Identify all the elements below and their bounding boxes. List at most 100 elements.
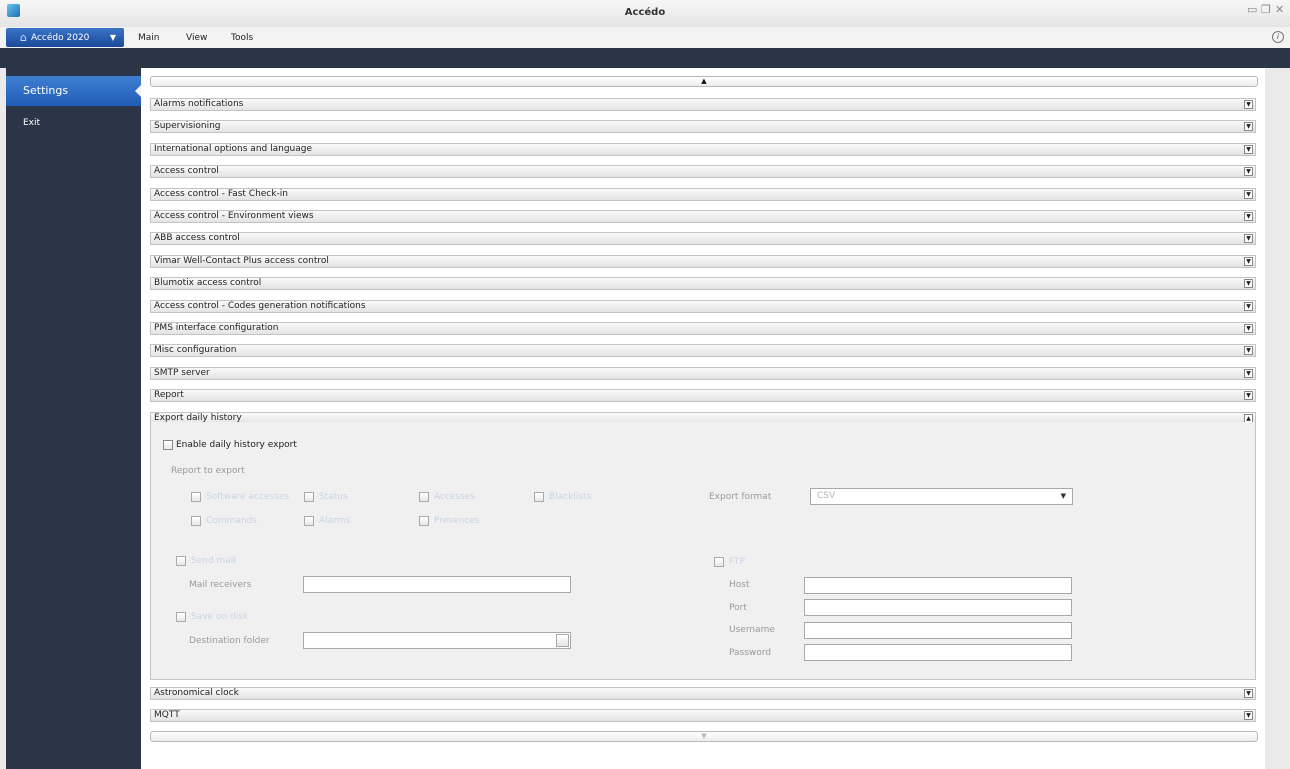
expand-icon[interactable]: ▼ — [1244, 122, 1253, 132]
ftp-checkbox[interactable] — [714, 557, 724, 567]
username-input[interactable] — [804, 622, 1072, 639]
destination-folder-label: Destination folder — [189, 636, 270, 646]
alarms-label: Alarms — [319, 516, 351, 526]
sidebar-item-exit[interactable]: Exit — [6, 118, 141, 128]
expand-icon[interactable]: ▼ — [1244, 189, 1253, 199]
export-format-label: Export format — [709, 492, 772, 502]
presences-checkbox[interactable] — [419, 516, 429, 526]
expand-icon[interactable]: ▼ — [1244, 346, 1253, 356]
minimize-icon[interactable]: ▭ — [1247, 3, 1257, 16]
accesses-label: Accesses — [434, 492, 476, 502]
expand-icon[interactable]: ▼ — [1244, 391, 1253, 401]
password-label: Password — [729, 648, 772, 658]
menu-main[interactable]: Main — [138, 33, 160, 43]
sidebar: Settings Exit — [6, 68, 141, 769]
host-label: Host — [729, 580, 750, 590]
section-title: Alarms notifications — [154, 99, 244, 109]
section-title: Astronomical clock — [154, 688, 239, 698]
section-title: ABB access control — [154, 233, 240, 244]
status-label: Status — [319, 492, 348, 502]
right-frame — [1265, 68, 1290, 769]
expand-icon[interactable]: ▼ — [1244, 100, 1253, 109]
send-mail-label: Send mail — [191, 556, 236, 566]
section-access-control-codes-generation-notifications[interactable]: Access control - Codes generation notifi… — [150, 299, 1256, 313]
save-on-disk-label: Save on disk — [191, 612, 249, 622]
expand-icon[interactable]: ▼ — [1244, 234, 1253, 244]
expand-icon[interactable]: ▼ — [1244, 212, 1253, 221]
blacklists-checkbox[interactable] — [534, 492, 544, 502]
sidebar-item-settings[interactable]: Settings — [6, 76, 141, 106]
destination-folder-field[interactable] — [304, 633, 570, 648]
section-alarms-notifications[interactable]: Alarms notifications ▼ — [150, 98, 1256, 111]
section-title: Report — [154, 390, 184, 401]
mail-receivers-field[interactable] — [304, 577, 570, 592]
expand-icon[interactable]: ▼ — [1244, 256, 1253, 266]
send-mail-checkbox[interactable] — [176, 556, 186, 566]
scroll-down-button[interactable]: ▼ — [150, 731, 1258, 742]
section-abb-access-control[interactable]: ABB access control ▼ — [150, 232, 1256, 246]
destination-folder-input[interactable] — [303, 632, 571, 649]
host-input[interactable] — [804, 577, 1072, 594]
presences-label: Presences — [434, 516, 480, 526]
info-icon[interactable]: i — [1272, 31, 1284, 43]
section-vimar-well-contact-plus-access-control[interactable]: Vimar Well-Contact Plus access control ▼ — [150, 254, 1256, 268]
mail-receivers-label: Mail receivers — [189, 580, 252, 590]
commands-checkbox[interactable] — [191, 516, 201, 526]
ribbon-band — [0, 48, 1290, 68]
alarms-checkbox[interactable] — [304, 516, 314, 526]
password-input[interactable] — [804, 644, 1072, 661]
commands-label: Commands — [206, 516, 257, 526]
accesses-checkbox[interactable] — [419, 492, 429, 502]
section-title: PMS interface configuration — [154, 323, 279, 333]
app-menu-label: Accédo 2020 — [30, 32, 90, 43]
section-astronomical-clock[interactable]: Astronomical clock ▼ — [150, 687, 1256, 700]
blacklists-label: Blacklists — [549, 492, 592, 502]
expand-icon[interactable]: ▼ — [1244, 689, 1253, 698]
expand-icon[interactable]: ▼ — [1244, 167, 1253, 177]
port-input[interactable] — [804, 599, 1072, 616]
host-field[interactable] — [805, 578, 1071, 593]
port-field[interactable] — [805, 600, 1071, 615]
expand-icon[interactable]: ▼ — [1244, 324, 1253, 333]
expand-icon[interactable]: ▼ — [1244, 144, 1253, 154]
mail-receivers-input[interactable] — [303, 576, 571, 593]
section-report[interactable]: Report ▼ — [150, 389, 1256, 403]
expand-icon[interactable]: ▼ — [1244, 711, 1253, 721]
section-international-options-and-language[interactable]: International options and language ▼ — [150, 142, 1256, 156]
section-title: International options and language — [154, 143, 313, 154]
section-misc-configuration[interactable]: Misc configuration ▼ — [150, 344, 1256, 358]
section-blumotix-access-control[interactable]: Blumotix access control ▼ — [150, 277, 1256, 291]
section-access-control-environment-views[interactable]: Access control - Environment views ▼ — [150, 210, 1256, 223]
section-access-control-fast-check-in[interactable]: Access control - Fast Check-in ▼ — [150, 187, 1256, 201]
app-menu-button[interactable]: ⌂ Accédo 2020 ▼ — [6, 28, 124, 47]
section-title: Vimar Well-Contact Plus access control — [154, 255, 329, 266]
expand-icon[interactable]: ▼ — [1244, 279, 1253, 289]
chevron-down-icon: ▼ — [1060, 492, 1066, 500]
export-format-select[interactable]: CSV ▼ — [810, 488, 1073, 505]
password-field[interactable] — [805, 645, 1071, 660]
port-label: Port — [729, 603, 747, 613]
software-accesses-checkbox[interactable] — [191, 492, 201, 502]
username-field[interactable] — [805, 623, 1071, 638]
menu-view[interactable]: View — [186, 33, 207, 43]
browse-folder-button[interactable] — [556, 634, 569, 647]
close-icon[interactable]: ✕ — [1275, 3, 1284, 16]
scroll-up-button[interactable]: ▲ — [150, 76, 1258, 87]
home-icon: ⌂ — [20, 31, 27, 44]
section-access-control[interactable]: Access control ▼ — [150, 165, 1256, 179]
status-checkbox[interactable] — [304, 492, 314, 502]
section-smtp-server[interactable]: SMTP server ▼ — [150, 366, 1256, 380]
section-title: SMTP server — [154, 367, 210, 378]
chevron-down-icon: ▼ — [109, 33, 116, 42]
expand-icon[interactable]: ▼ — [1244, 301, 1253, 311]
section-title: Supervisioning — [154, 121, 221, 132]
enable-export-label: Enable daily history export — [176, 440, 297, 450]
menu-tools[interactable]: Tools — [231, 33, 253, 43]
section-mqtt[interactable]: MQTT ▼ — [150, 709, 1256, 723]
enable-export-checkbox[interactable] — [163, 440, 173, 450]
section-supervisioning[interactable]: Supervisioning ▼ — [150, 120, 1256, 134]
section-pms-interface-configuration[interactable]: PMS interface configuration ▼ — [150, 322, 1256, 335]
save-on-disk-checkbox[interactable] — [176, 612, 186, 622]
expand-icon[interactable]: ▼ — [1244, 368, 1253, 378]
restore-icon[interactable]: ❐ — [1261, 3, 1271, 16]
